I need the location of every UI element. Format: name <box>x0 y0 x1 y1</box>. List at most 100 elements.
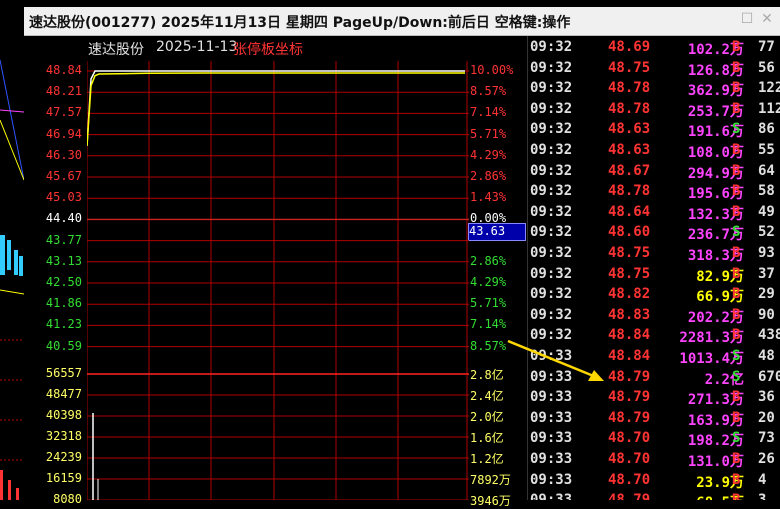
tick-price: 48.83 <box>608 306 651 323</box>
background-chart-fragment <box>0 59 24 500</box>
percent-axis-label: 7.14% <box>470 317 507 332</box>
maximize-icon[interactable]: ☐ <box>740 12 754 26</box>
tick-price: 48.60 <box>608 224 651 241</box>
volume-axis-label: 48477 <box>45 387 82 401</box>
tick-price: 48.79 <box>608 492 650 500</box>
tick-count: 112 <box>758 100 780 117</box>
tick-row[interactable]: 09:32 48.75 82.9万 B 37 <box>528 265 780 285</box>
tick-price: 48.63 <box>608 142 651 158</box>
tick-row[interactable]: 09:32 48.64 132.3万 B 49 <box>528 203 780 223</box>
tick-row[interactable]: 09:3248.78362.9万B122 <box>528 79 780 99</box>
amount-axis-label: 2.8亿 <box>470 368 504 382</box>
tick-row[interactable]: 09:32 48.67 294.9万 B 64 <box>528 162 780 182</box>
window-titlebar[interactable]: 速达股份(001277) 2025年11月13日 星期四 PageUp/Down… <box>24 7 780 36</box>
amount-axis-label: 2.4亿 <box>470 389 504 403</box>
tick-row[interactable]: 09:33 48.84 1013.4万 S 48 <box>528 347 780 367</box>
amount-axis-label: 3946万 <box>470 494 511 508</box>
tick-time: 09:33 <box>530 430 573 447</box>
price-axis-label: 42.50 <box>45 275 82 289</box>
tick-row[interactable]: 09:33 48.70 198.2万 S 73 <box>528 429 780 449</box>
tick-direction: B <box>732 59 741 76</box>
tick-count: 56 <box>758 59 775 76</box>
tick-direction: B <box>732 100 741 117</box>
tick-price: 48.75 <box>608 59 651 76</box>
close-icon[interactable]: ✕ <box>760 12 774 26</box>
tick-row[interactable]: 09:32 48.78 195.6万 B 58 <box>528 182 780 202</box>
tick-row[interactable]: 09:32 48.75 318.3万 B 93 <box>528 244 780 264</box>
left-axis: 48.84 48.21 47.57 46.94 46.30 45.67 45.03 44.40… <box>24 36 86 506</box>
tick-row[interactable]: 09:32 48.63 108.0万 B 55 <box>528 141 780 161</box>
tick-price: 48.64 <box>608 203 651 220</box>
stock-detail-window[interactable]: 速达股份(001277) 2025年11月13日 星期四 PageUp/Down… <box>24 7 780 508</box>
price-axis-label: 44.40 <box>45 211 82 226</box>
tick-direction: B <box>732 389 741 406</box>
amount-axis-label: 7892万 <box>470 473 511 487</box>
percent-axis-label: 7.14% <box>470 105 507 120</box>
price-axis-label: 48.21 <box>45 84 82 99</box>
price-axis-label: 41.23 <box>45 317 82 332</box>
amount-axis-label: 1.6亿 <box>470 431 504 445</box>
amount-axis-label: 1.2亿 <box>470 452 504 466</box>
tick-direction: B <box>732 183 741 200</box>
tick-price: 48.79 <box>608 389 651 406</box>
tick-row[interactable]: 09:3248.842281.3万B438 <box>528 326 780 346</box>
tick-row[interactable]: 09:3348.7968.5万B3 <box>528 491 780 500</box>
tick-direction: B <box>732 142 741 158</box>
tick-count: 20 <box>758 409 775 426</box>
tick-count: 36 <box>758 389 775 406</box>
percent-axis-label: 2.86% <box>470 253 507 268</box>
tick-time: 09:32 <box>530 100 573 117</box>
tick-time: 09:32 <box>530 286 573 303</box>
tick-row[interactable]: 09:32 48.60 236.7万 S 52 <box>528 223 780 243</box>
price-axis-label: 41.86 <box>45 296 82 311</box>
tick-direction: B <box>732 492 740 500</box>
tick-row[interactable]: 09:3248.78253.7万B112 <box>528 100 780 120</box>
tick-price: 48.70 <box>608 471 651 488</box>
volume-axis-label: 24239 <box>45 450 82 464</box>
tick-row[interactable]: 09:33 48.79 163.9万 B 20 <box>528 409 780 429</box>
chart-stock-name: 速达股份 <box>88 42 144 58</box>
tick-row[interactable]: 09:32 48.69 102.2万 B 77 <box>528 38 780 58</box>
tick-direction: S <box>732 224 741 241</box>
tick-time: 09:32 <box>530 162 573 179</box>
tick-price: 48.84 <box>608 327 651 344</box>
percent-axis-label: 5.71% <box>470 296 507 311</box>
tick-row[interactable]: 09:33 48.70 23.9万 B 4 <box>528 471 780 491</box>
tick-time: 09:32 <box>530 59 573 76</box>
price-axis-label: 46.94 <box>45 126 82 141</box>
tick-row[interactable]: 09:32 48.63 191.6万 S 86 <box>528 120 780 140</box>
price-axis-label: 40.59 <box>45 338 82 353</box>
tick-row[interactable]: 09:33 48.70 131.0万 B 26 <box>528 450 780 470</box>
tick-row[interactable]: 09:32 48.75 126.8万 B 56 <box>528 59 780 79</box>
tick-direction: B <box>732 245 741 261</box>
tick-count: 29 <box>758 286 775 303</box>
chart-date: 2025-11-13 <box>156 39 238 55</box>
tick-row[interactable]: 09:32 48.82 66.9万 B 29 <box>528 285 780 305</box>
tick-time: 09:32 <box>530 142 573 158</box>
tick-row[interactable]: 09:32 48.83 202.2万 B 90 <box>528 306 780 326</box>
intraday-chart-panel[interactable]: 速达股份 2025-11-13 张停板坐标 48.84 48.21 47.57 46.… <box>24 36 526 508</box>
tick-row[interactable]: 09:33 48.79 271.3万 B 36 <box>528 388 780 408</box>
tick-count: 93 <box>758 245 775 261</box>
tick-count: 26 <box>758 451 775 467</box>
tick-row[interactable]: 09:3348.792.2亿S670 <box>528 368 780 388</box>
chart-plot[interactable] <box>87 61 469 500</box>
tick-direction: B <box>732 471 741 488</box>
tick-direction: S <box>732 368 741 385</box>
tick-count: 122 <box>758 80 780 97</box>
tick-price: 48.75 <box>608 245 651 261</box>
tick-count: 48 <box>758 348 775 364</box>
tick-count: 438 <box>758 327 780 344</box>
tick-direction: B <box>732 451 741 467</box>
tick-count: 73 <box>758 430 775 447</box>
tick-list[interactable]: 09:32 48.69 102.2万 B 77 09:32 48.75 126.8万 B 56 09… <box>527 36 780 500</box>
price-axis-label: 43.77 <box>45 232 82 247</box>
tick-direction: B <box>732 162 741 179</box>
tick-price: 48.78 <box>608 80 651 97</box>
volume-axis-label: 40398 <box>45 408 82 422</box>
percent-axis-label: 2.86% <box>470 169 507 183</box>
tick-price: 48.69 <box>608 39 651 55</box>
tick-direction: B <box>732 409 741 426</box>
tick-time: 09:32 <box>530 265 573 282</box>
tick-price: 48.63 <box>608 121 651 138</box>
